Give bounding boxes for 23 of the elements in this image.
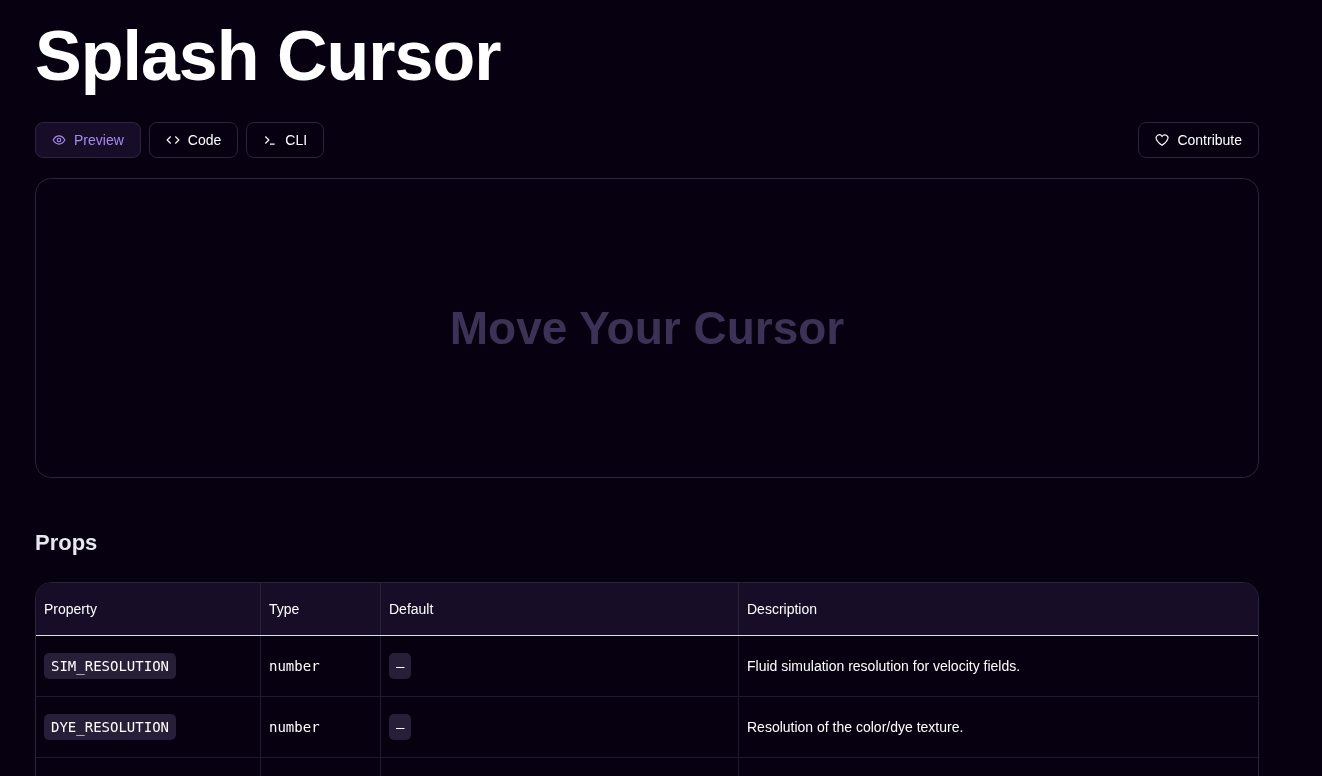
tab[interactable]: CLI xyxy=(246,122,325,158)
preview-caption: Move Your Cursor xyxy=(449,301,845,355)
page-title: Splash Cursor xyxy=(35,16,502,97)
heart-icon xyxy=(1155,133,1170,147)
code-icon xyxy=(165,133,180,147)
terminal-icon xyxy=(263,133,278,147)
default-value: — xyxy=(389,653,412,679)
eye-icon xyxy=(52,133,66,147)
tab[interactable]: Preview xyxy=(35,122,141,158)
column-header: Type xyxy=(261,583,381,635)
section-heading: Props xyxy=(35,530,99,556)
property-name: SIM_RESOLUTION xyxy=(44,653,176,679)
type-cell: number xyxy=(269,719,320,735)
description-cell: Fluid simulation resolution for velocity fields. xyxy=(747,658,1021,674)
type-cell: number xyxy=(269,658,320,674)
property-name: DYE_RESOLUTION xyxy=(44,714,176,740)
column-header: Property xyxy=(36,583,261,635)
tab[interactable]: Code xyxy=(148,122,239,158)
column-header: Description xyxy=(746,600,819,619)
description-cell: Resolution of the color/dye texture. xyxy=(747,719,964,735)
contribute-button[interactable]: Contribute xyxy=(1138,122,1259,158)
default-value: — xyxy=(389,714,412,740)
column-header: Default xyxy=(381,583,739,635)
